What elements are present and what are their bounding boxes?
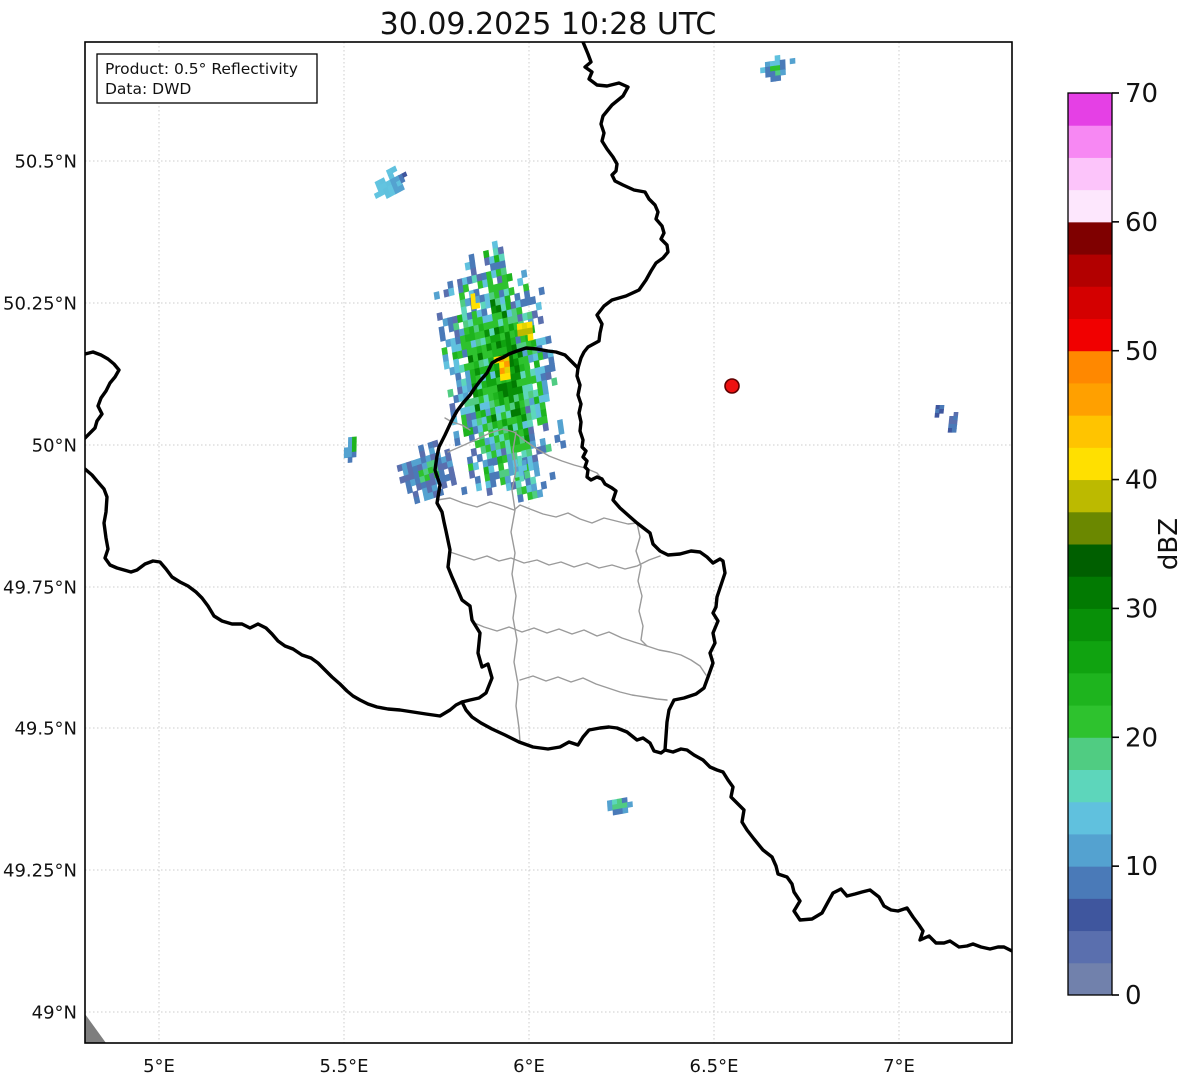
x-tick-label: 6°E xyxy=(513,1056,545,1077)
colorbar-segment xyxy=(1068,866,1112,899)
canton-border xyxy=(472,622,706,675)
country-border xyxy=(85,469,462,716)
colorbar-segment xyxy=(1068,415,1112,448)
colorbar-segment xyxy=(1068,963,1112,996)
colorbar-segment xyxy=(1068,898,1112,931)
colorbar-segment xyxy=(1068,157,1112,190)
colorbar-segment xyxy=(1068,931,1112,964)
colorbar-segment xyxy=(1068,480,1112,513)
colorbar-segment xyxy=(1068,641,1112,674)
radar-site-marker xyxy=(725,379,739,393)
canton-border xyxy=(437,498,637,524)
colorbar-segment xyxy=(1068,125,1112,158)
x-tick-label: 6.5°E xyxy=(690,1056,739,1077)
colorbar-tick-label: 10 xyxy=(1125,852,1158,882)
colorbar-tick-label: 60 xyxy=(1125,208,1158,238)
colorbar-segment xyxy=(1068,351,1112,384)
radar-figure: 5°E 5.5°E 6°E 6.5°E 7°E 50.5°N 50.25°N 50°N 49.7… xyxy=(0,0,1202,1081)
colorbar-segment xyxy=(1068,319,1112,352)
colorbar-segment xyxy=(1068,705,1112,738)
colorbar-segment xyxy=(1068,608,1112,641)
colorbar-segment xyxy=(1068,93,1112,126)
colorbar-segment xyxy=(1068,737,1112,770)
info-box-data-line: Data: DWD xyxy=(105,80,191,98)
y-tick-label: 50.5°N xyxy=(14,151,77,172)
echo-north-blob xyxy=(760,53,796,84)
colorbar: 0 10 20 30 40 50 60 70 xyxy=(1068,79,1158,1011)
colorbar-segment xyxy=(1068,190,1112,223)
canton-border xyxy=(636,523,647,646)
y-tick-label: 49.5°N xyxy=(14,718,77,739)
colorbar-tick-label: 30 xyxy=(1125,595,1158,625)
info-box-product-line: Product: 0.5° Reflectivity xyxy=(105,60,298,78)
colorbar-axis-label: dBZ xyxy=(1154,518,1184,570)
echo-east-speck-2 xyxy=(948,412,959,433)
echo-nw-patch xyxy=(368,165,405,203)
y-tick-label: 49.75°N xyxy=(3,577,77,598)
country-border xyxy=(578,42,668,368)
colorbar-segment xyxy=(1068,222,1112,255)
y-tick-label: 50°N xyxy=(32,435,77,456)
colorbar-segment xyxy=(1068,673,1112,706)
country-border xyxy=(85,352,119,438)
colorbar-segment xyxy=(1068,512,1112,545)
echo-west-cluster xyxy=(394,437,458,508)
colorbar-tick-label: 40 xyxy=(1125,466,1158,496)
colorbar-segment xyxy=(1068,802,1112,835)
x-tick-label: 7°E xyxy=(883,1056,915,1077)
colorbar-segment xyxy=(1068,447,1112,480)
country-border xyxy=(665,749,1012,951)
x-tick-label: 5°E xyxy=(143,1056,175,1077)
x-tick-label: 5.5°E xyxy=(320,1056,369,1077)
colorbar-segment xyxy=(1068,383,1112,416)
y-tick-label: 50.25°N xyxy=(3,293,77,314)
colorbar-tick-label: 70 xyxy=(1125,79,1158,109)
colorbar-segment xyxy=(1068,544,1112,577)
canton-border xyxy=(520,676,667,700)
map-canvas: 5°E 5.5°E 6°E 6.5°E 7°E 50.5°N 50.25°N 50°N 49.7… xyxy=(0,0,1202,1081)
echo-west-small xyxy=(344,436,357,463)
colorbar-segment xyxy=(1068,254,1112,287)
colorbar-segment xyxy=(1068,286,1112,319)
country-borders-layer xyxy=(85,42,1012,951)
colorbar-tick-label: 50 xyxy=(1125,337,1158,367)
corner-wedge xyxy=(85,1014,106,1043)
colorbar-tick-label: 0 xyxy=(1125,981,1142,1011)
colorbar-segment xyxy=(1068,576,1112,609)
colorbar-segment xyxy=(1068,770,1112,803)
figure-title: 30.09.2025 10:28 UTC xyxy=(380,7,717,42)
y-tick-label: 49.25°N xyxy=(3,860,77,881)
echo-south-small xyxy=(607,796,633,816)
echo-east-speck-1 xyxy=(934,405,944,418)
radar-echo-layer xyxy=(344,53,959,817)
colorbar-segment xyxy=(1068,834,1112,867)
canton-border xyxy=(450,552,660,569)
colorbar-tick-label: 20 xyxy=(1125,723,1158,753)
y-tick-label: 49°N xyxy=(32,1002,77,1023)
